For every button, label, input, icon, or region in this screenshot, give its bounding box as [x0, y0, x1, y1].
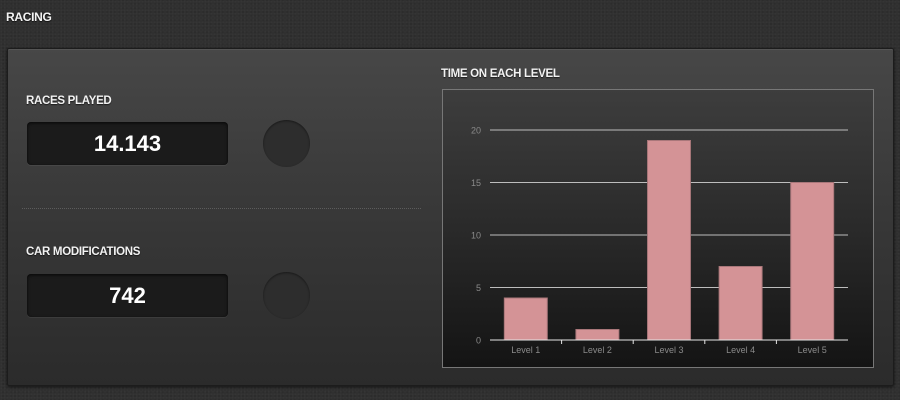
y-tick-label: 10 — [471, 231, 481, 241]
x-tick-label: Level 2 — [583, 345, 612, 355]
races-played-label: RACES PLAYED — [26, 95, 112, 107]
x-tick-label: Level 4 — [726, 345, 755, 355]
chart-title: TIME ON EACH LEVEL — [441, 68, 560, 80]
bar — [790, 182, 835, 341]
races-played-indicator — [263, 120, 310, 167]
bar — [575, 329, 620, 341]
x-tick-label: Level 3 — [654, 345, 683, 355]
bar-chart-svg: 0 5 10 15 20 Level 1 Level 2 Level 3 Level 4 Leve… — [471, 126, 848, 355]
y-tick-label: 15 — [471, 178, 481, 188]
bar — [718, 266, 763, 341]
y-tick-label: 20 — [471, 126, 481, 136]
x-tick-label: Level 1 — [511, 345, 540, 355]
y-tick-label: 0 — [476, 336, 481, 346]
y-tick-label: 5 — [476, 283, 481, 293]
car-modifications-label: CAR MODIFICATIONS — [26, 246, 141, 258]
races-played-value: 14.143 — [27, 122, 228, 165]
time-on-level-chart: 0 5 10 15 20 Level 1 Level 2 Level 3 Level 4 Leve… — [442, 89, 874, 368]
racing-panel: RACES PLAYED 14.143 CAR MODIFICATIONS 74… — [7, 48, 894, 386]
car-modifications-indicator — [263, 272, 310, 319]
bar — [647, 140, 691, 341]
x-tick-label: Level 5 — [798, 345, 827, 355]
car-modifications-value: 742 — [27, 274, 228, 317]
divider — [22, 208, 421, 209]
section-title: RACING — [6, 10, 52, 24]
bar — [503, 297, 548, 341]
